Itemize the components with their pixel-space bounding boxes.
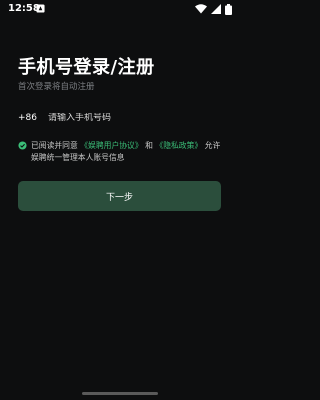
- agreement-text: 已阅读并同意 《娱聘用户协议》 和 《隐私政策》 允许娱聘统一管理本人账号信息: [18, 140, 224, 164]
- agreement-and: 和: [145, 141, 153, 150]
- country-code-selector[interactable]: +86: [18, 113, 48, 123]
- navigation-bar: [0, 386, 240, 400]
- status-icons: [195, 3, 232, 15]
- wifi-icon: [195, 4, 207, 14]
- privacy-policy-link[interactable]: 《隐私政策》: [155, 141, 202, 150]
- user-agreement-link[interactable]: 《娱聘用户协议》: [80, 141, 142, 150]
- app-notification-icon: [36, 4, 45, 13]
- signal-icon: [211, 4, 221, 14]
- agreement-row: 已阅读并同意 《娱聘用户协议》 和 《隐私政策》 允许娱聘统一管理本人账号信息: [18, 140, 224, 164]
- battery-icon: [225, 3, 232, 15]
- next-button[interactable]: 下一步: [18, 181, 221, 211]
- agreement-prefix: 已阅读并同意: [31, 141, 78, 150]
- page-title: 手机号登录/注册: [18, 57, 155, 78]
- phone-input-row: +86: [18, 110, 222, 126]
- status-bar: 12:58: [0, 0, 240, 20]
- home-indicator[interactable]: [82, 392, 158, 395]
- phone-number-input[interactable]: [48, 113, 218, 123]
- agreement-checkbox-checked-icon[interactable]: [18, 141, 27, 150]
- page-subtitle: 首次登录将自动注册: [18, 82, 95, 92]
